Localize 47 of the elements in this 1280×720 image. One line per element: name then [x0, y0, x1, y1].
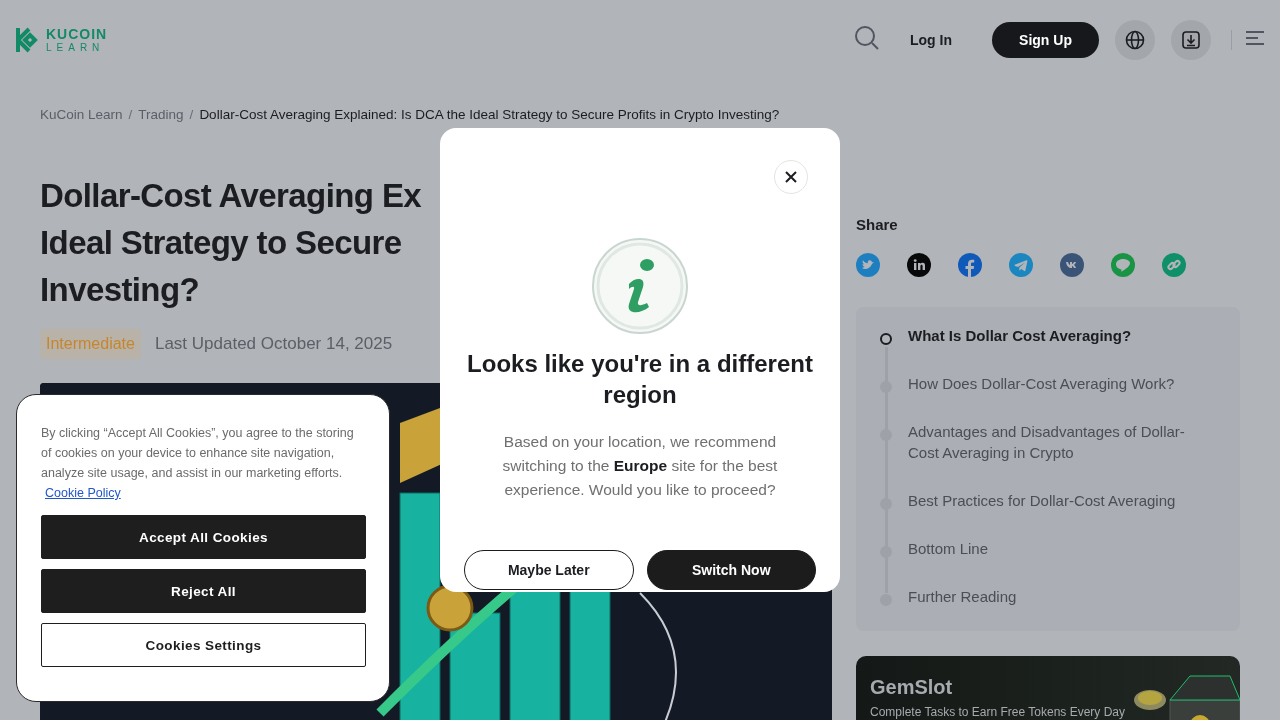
close-icon [785, 171, 797, 183]
chat-bubble-icon[interactable] [1111, 253, 1135, 277]
article-title: Dollar-Cost Averaging Ex [40, 176, 422, 216]
reject-cookies-button[interactable]: Reject All [41, 569, 366, 613]
promo-banner[interactable]: GemSlot Complete Tasks to Earn Free Tokens Every Day [856, 656, 1240, 720]
accept-cookies-button[interactable]: Accept All Cookies [41, 515, 366, 559]
toc-link[interactable]: How Does Dollar-Cost Averaging Work? [908, 373, 1175, 394]
updated-date: Last Updated October 14, 2025 [154, 334, 393, 354]
vk-icon[interactable] [1060, 253, 1084, 277]
toc-link[interactable]: Best Practices for Dollar-Cost Averaging [908, 490, 1176, 511]
cookie-settings-button[interactable]: Cookies Settings [41, 623, 366, 667]
later-button[interactable]: Maybe Later [464, 550, 634, 590]
linkedin-icon[interactable] [907, 253, 931, 277]
paper-plane-icon[interactable] [1009, 253, 1033, 277]
menu-icon[interactable] [1246, 30, 1264, 46]
cookie-notice-text: By clicking “Accept All Cookies”, you agree to the storing of cookies on your device to enhance site navigation, analyze site usage, and assist in our marketing efforts. Cookie Policy [41, 425, 355, 502]
level-tag: Intermediate [40, 329, 141, 359]
breadcrumb-separator: / [128, 106, 133, 122]
switch-button[interactable]: Switch Now [646, 550, 816, 590]
link-icon[interactable] [1162, 253, 1186, 277]
share-label: Share [856, 216, 899, 233]
download-button[interactable] [1171, 20, 1211, 60]
modal-title: Looks like you're in a different region [466, 349, 814, 410]
signup-button[interactable]: Sign Up [992, 22, 1099, 58]
login-link[interactable]: Log In [910, 32, 952, 48]
info-icon [592, 238, 688, 334]
promo-title: GemSlot [870, 676, 954, 699]
toc-link[interactable]: Advantages and Disadvantages of Dollar-Cost Averaging in Crypto [908, 421, 1210, 463]
cookie-policy-link[interactable]: Cookie Policy [45, 486, 121, 500]
language-button[interactable] [1115, 20, 1155, 60]
breadcrumb-separator: / [189, 106, 194, 122]
toc-link[interactable]: Further Reading [908, 586, 1017, 607]
toc-link[interactable]: Bottom Line [908, 538, 989, 559]
modal-message: Based on your location, we recommend switching to the Europe site for the best experience. Would you like to proceed? [501, 432, 779, 500]
facebook-icon[interactable] [958, 253, 982, 277]
article-title: Investing? [40, 270, 200, 310]
globe-icon [1125, 30, 1145, 50]
article-title: Ideal Strategy to Secure [40, 223, 402, 263]
promo-subtitle: Complete Tasks to Earn Free Tokens Every Day [870, 705, 1126, 719]
logo-icon [16, 27, 40, 53]
close-button[interactable] [774, 160, 808, 194]
download-icon [1181, 30, 1201, 50]
bird-icon[interactable] [856, 253, 880, 277]
breadcrumb-current: Dollar-Cost Averaging Explained: Is DCA the Ideal Strategy to Secure Profits in Crypto Investing? [199, 106, 780, 122]
logo-subtext: LEARN [46, 42, 106, 54]
search-icon[interactable] [854, 25, 880, 51]
toc-link[interactable]: What Is Dollar Cost Averaging? [908, 325, 1132, 346]
